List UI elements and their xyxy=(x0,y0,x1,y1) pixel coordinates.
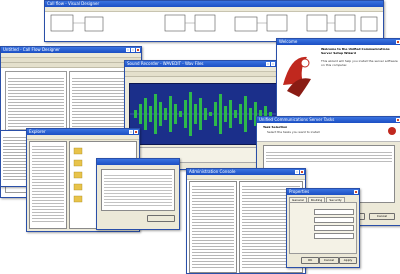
explorer-tree[interactable] xyxy=(29,141,67,229)
close-button[interactable] xyxy=(300,170,304,174)
task-header: Task Selection Select the tasks you want… xyxy=(257,123,400,142)
call-flow-diagram xyxy=(50,14,378,32)
properties-titlebar: Properties xyxy=(287,189,359,195)
wizard-logo-icon xyxy=(283,56,311,97)
wizard-body: This wizard will help you install the se… xyxy=(321,59,398,67)
admin-title: Administration Console xyxy=(189,169,236,174)
minimize-button[interactable] xyxy=(266,62,270,66)
apply-button[interactable]: Apply xyxy=(339,257,357,264)
maximize-button[interactable] xyxy=(271,62,275,66)
task-subheading: Select the tasks you want to install xyxy=(267,130,320,134)
designer-title: Untitled - Call Flow Designer xyxy=(3,47,60,52)
call-flow-title: Call flow - Visual Designer xyxy=(47,1,100,6)
close-button[interactable] xyxy=(354,190,358,194)
small-dialog-button[interactable] xyxy=(147,215,175,222)
sound-editor-title: Sound Recorder - WAVEDIT - Wav Files xyxy=(127,61,204,66)
admin-tree[interactable] xyxy=(189,181,237,273)
minimize-button[interactable] xyxy=(129,130,133,134)
explorer-menu xyxy=(27,135,139,140)
properties-field-1[interactable] xyxy=(314,209,354,215)
setup-wizard-window: Welcome Welcome to the Unified Communica… xyxy=(276,38,400,118)
properties-field-2[interactable] xyxy=(314,217,354,223)
minimize-button[interactable] xyxy=(295,170,299,174)
wizard-banner xyxy=(277,45,317,117)
small-dialog-list[interactable] xyxy=(101,169,175,211)
task-logo-icon xyxy=(388,127,396,135)
task-dialog-title: Unified Communications Server Tasks xyxy=(259,117,335,122)
properties-title: Properties xyxy=(289,189,310,194)
waveform-panel[interactable] xyxy=(129,83,277,145)
maximize-button[interactable] xyxy=(131,48,135,52)
cancel-button[interactable]: Cancel xyxy=(319,257,339,264)
call-flow-window: Call flow - Visual Designer xyxy=(44,0,384,42)
explorer-title: Explorer xyxy=(29,129,46,134)
close-button[interactable] xyxy=(136,48,140,52)
cancel-button[interactable]: Cancel xyxy=(369,213,395,220)
wizard-heading: Welcome to the Unified Communications Se… xyxy=(321,47,390,55)
wizard-title: Welcome xyxy=(279,39,298,44)
properties-panel xyxy=(289,202,357,254)
small-dialog-titlebar xyxy=(97,159,179,165)
ok-button[interactable]: OK xyxy=(301,257,319,264)
sound-editor-toolbar[interactable] xyxy=(125,72,281,77)
close-button[interactable] xyxy=(134,130,138,134)
properties-field-4[interactable] xyxy=(314,233,354,239)
designer-toolbar-2[interactable] xyxy=(1,63,141,68)
close-button[interactable] xyxy=(396,40,400,44)
close-button[interactable] xyxy=(396,118,400,122)
properties-window: Properties General Routing Security OK Can… xyxy=(286,188,360,268)
small-dialog-window xyxy=(96,158,180,230)
admin-menu xyxy=(187,175,305,180)
minimize-button[interactable] xyxy=(126,48,130,52)
task-heading: Task Selection xyxy=(263,125,288,129)
waveform xyxy=(130,92,276,136)
properties-field-3[interactable] xyxy=(314,225,354,231)
